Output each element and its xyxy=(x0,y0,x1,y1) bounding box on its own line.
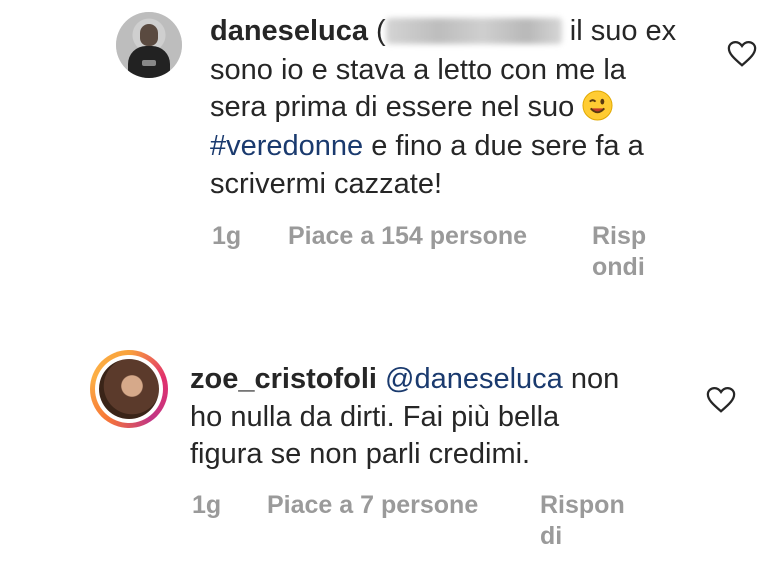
reply-label-part: ondi xyxy=(592,253,645,281)
comment-line: il suo ex xyxy=(561,15,677,47)
comment-line-text: e fino a due sere fa a xyxy=(363,130,644,162)
avatar[interactable] xyxy=(95,355,163,423)
reply-label-part: Risp xyxy=(592,222,647,250)
likes-count[interactable]: Piace a 7 persone xyxy=(267,490,478,521)
comment-line: scrivermi cazzate! xyxy=(210,168,443,200)
comment-line: sera prima di essere nel suo xyxy=(210,90,613,125)
comment-text: zoe_cristofoli @daneseluca non xyxy=(190,362,619,397)
open-paren: ( xyxy=(376,15,386,47)
winking-face-icon xyxy=(582,90,613,121)
comment-line: figura se non parli credimi. xyxy=(190,438,531,470)
likes-count[interactable]: Piace a 154 persone xyxy=(288,221,527,252)
heart-outline-icon[interactable] xyxy=(727,40,757,68)
reply-label-part: di xyxy=(540,522,563,550)
reply-label-part: Rispon xyxy=(540,491,625,519)
comment-line-text: non xyxy=(562,363,620,395)
comment-time: 1g xyxy=(192,491,222,519)
comment-line-text: sera prima di essere nel suo xyxy=(210,91,583,123)
hashtag-link[interactable]: #veredonne xyxy=(210,130,363,162)
mention-link[interactable]: @daneseluca xyxy=(385,363,563,395)
comment-line: #veredonne e fino a due sere fa a xyxy=(210,129,644,164)
reply-button[interactable]: Risp ondi xyxy=(592,221,646,283)
comment-line: sono io e stava a letto con me la xyxy=(210,54,626,86)
heart-outline-icon[interactable] xyxy=(706,386,736,414)
comment-text: daneseluca ( il suo ex xyxy=(210,14,676,49)
comment-line: ho nulla da dirti. Fai più bella xyxy=(190,401,560,433)
reply-button[interactable]: Rispon di xyxy=(540,490,625,552)
comment-time: 1g xyxy=(212,222,242,250)
comment-username[interactable]: daneseluca xyxy=(210,15,368,47)
avatar[interactable] xyxy=(116,12,182,78)
comment-username[interactable]: zoe_cristofoli xyxy=(190,363,377,395)
redacted-mention xyxy=(385,18,562,44)
